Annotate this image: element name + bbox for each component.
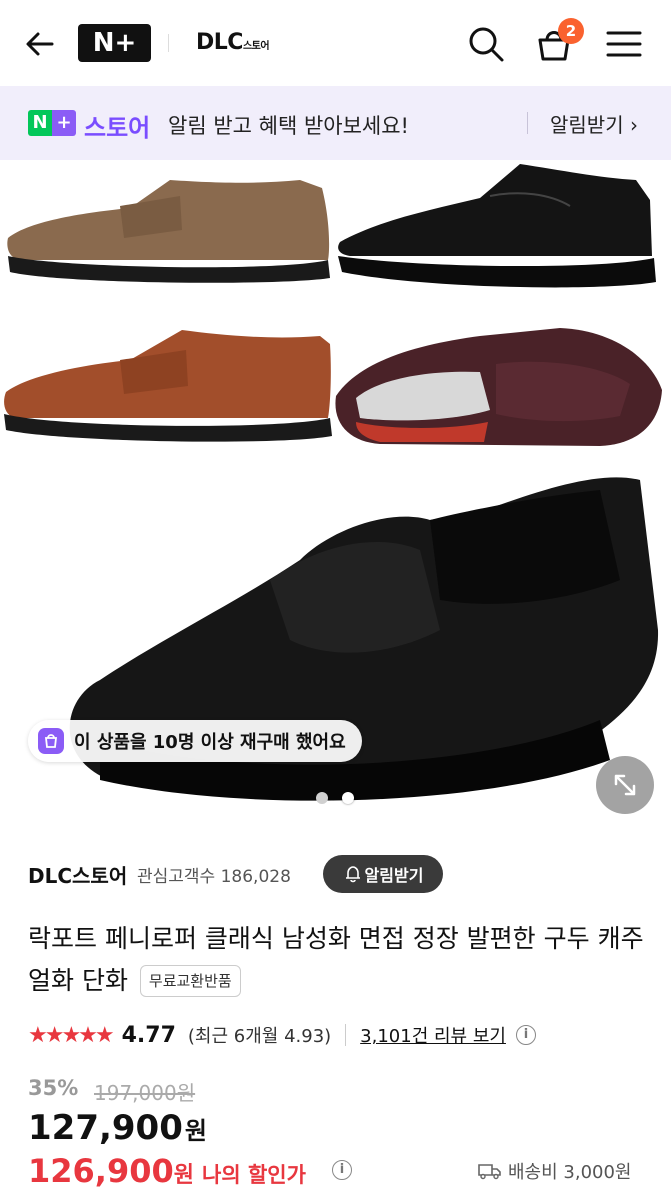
- pagination-dot-2-active[interactable]: [342, 792, 354, 804]
- my-price-label: 나의 할인가: [202, 1163, 306, 1187]
- naver-n-mark: N: [28, 110, 52, 136]
- search-icon[interactable]: [466, 24, 506, 64]
- rating-row: ★★★★★ 4.77 (최근 6개월 4.93) 3,101건 리뷰 보기 i: [28, 1020, 536, 1050]
- alarm-subscribe-label: 알림받기: [364, 866, 424, 885]
- banner-subscribe-link[interactable]: 알림받기 ›: [550, 109, 638, 138]
- shipping-fee: 배송비 3,000원: [478, 1158, 632, 1184]
- seller-name[interactable]: DLC스토어: [28, 860, 127, 889]
- sale-price: 127,900원: [28, 1108, 207, 1148]
- star-rating-icon: ★★★★★: [28, 1022, 115, 1048]
- banner-store-label: 스토어: [84, 114, 151, 142]
- banner-message: 알림 받고 혜택 받아보세요!: [168, 114, 409, 138]
- brand-name: DLC: [196, 30, 243, 55]
- truck-icon: [478, 1164, 501, 1180]
- back-arrow-icon[interactable]: [22, 26, 58, 62]
- sale-price-value: 127,900: [28, 1108, 183, 1148]
- brown-loafer-image: [7, 180, 330, 283]
- naver-plus-logo[interactable]: N+: [78, 24, 151, 62]
- rating-value: 4.77: [121, 1022, 176, 1048]
- sale-price-unit: 원: [184, 1117, 207, 1145]
- free-exchange-badge[interactable]: 무료교환반품: [139, 965, 241, 997]
- alarm-subscribe-button[interactable]: 알림받기: [323, 855, 443, 893]
- menu-icon[interactable]: [604, 24, 644, 64]
- product-title-block: 락포트 페니로퍼 클래식 남성화 면접 정장 발편한 구두 캐주얼화 단화 무료…: [28, 918, 648, 1002]
- header-divider: [168, 34, 169, 52]
- plus-mark: +: [52, 110, 76, 136]
- reviews-link[interactable]: 3,101건 리뷰 보기: [360, 1022, 506, 1048]
- original-price: 197,000원: [94, 1081, 196, 1105]
- product-title: 락포트 페니로퍼 클래식 남성화 면접 정장 발편한 구두 캐주얼화 단화: [28, 924, 644, 995]
- recent-rating: (최근 6개월 4.93): [187, 1026, 332, 1047]
- repurchase-pill: 이 상품을 10명 이상 재구매 했어요: [28, 720, 362, 762]
- burgundy-loafer-image: [335, 328, 662, 446]
- brand-suffix: 스토어: [242, 41, 270, 52]
- pagination-dot-1[interactable]: [316, 792, 328, 804]
- notification-banner[interactable]: N + 스토어 알림 받고 혜택 받아보세요! 알림받기 ›: [0, 86, 671, 160]
- bell-plus-icon: [345, 866, 360, 883]
- black-derby-image: [338, 164, 656, 288]
- shopping-bag-icon: [38, 728, 64, 754]
- my-price-info-icon[interactable]: i: [332, 1160, 352, 1180]
- discount-rate: 35%: [28, 1076, 79, 1100]
- shipping-fee-text: 배송비 3,000원: [508, 1162, 632, 1183]
- top-header: N+ DLC스토어 2: [0, 0, 671, 86]
- info-icon[interactable]: i: [515, 1025, 536, 1045]
- naver-plus-mini-logo: N +: [28, 110, 78, 136]
- banner-divider: [527, 112, 528, 134]
- repurchase-text: 이 상품을 10명 이상 재구매 했어요: [74, 732, 346, 753]
- my-price-value: 126,900: [28, 1152, 174, 1190]
- expand-image-button[interactable]: [596, 756, 654, 814]
- my-discount-price: 126,900원 나의 할인가: [28, 1152, 306, 1190]
- tan-loafer-image: [4, 330, 332, 442]
- store-brand-logo[interactable]: DLC스토어: [196, 30, 270, 55]
- my-price-unit: 원: [173, 1163, 194, 1188]
- seller-follower-count: 관심고객수 186,028: [137, 867, 291, 887]
- expand-icon: [614, 774, 636, 796]
- rating-divider: [345, 1024, 347, 1046]
- cart-count-badge: 2: [558, 18, 584, 44]
